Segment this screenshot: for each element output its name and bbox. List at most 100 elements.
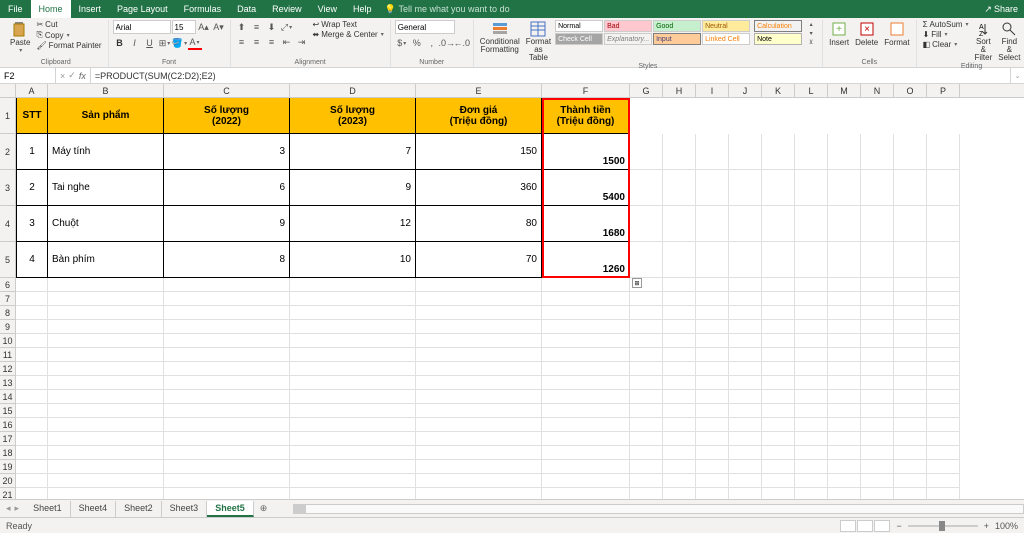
tab-view[interactable]: View	[310, 0, 345, 18]
cell-blank[interactable]	[828, 474, 861, 488]
cell-blank[interactable]	[762, 320, 795, 334]
normal-view-button[interactable]	[840, 520, 856, 532]
cell-blank[interactable]	[861, 306, 894, 320]
cell-blank[interactable]	[164, 474, 290, 488]
cell-blank[interactable]	[894, 474, 927, 488]
cell-blank[interactable]	[696, 206, 729, 242]
insert-cells-button[interactable]: + Insert	[827, 20, 851, 48]
cell-blank[interactable]	[762, 206, 795, 242]
cell-blank[interactable]	[630, 334, 663, 348]
cell-blank[interactable]	[894, 334, 927, 348]
tab-page-layout[interactable]: Page Layout	[109, 0, 176, 18]
cell-blank[interactable]	[542, 460, 630, 474]
cell-blank[interactable]	[630, 320, 663, 334]
cell-blank[interactable]	[729, 404, 762, 418]
cell-blank[interactable]	[795, 134, 828, 170]
cell-blank[interactable]	[416, 306, 542, 320]
align-right-button[interactable]: ≡	[265, 35, 279, 49]
fx-icon[interactable]: fx	[79, 71, 86, 81]
cell-blank[interactable]	[663, 432, 696, 446]
cell-blank[interactable]	[828, 432, 861, 446]
cell-blank[interactable]	[164, 390, 290, 404]
cell-blank[interactable]	[48, 362, 164, 376]
cell-blank[interactable]	[630, 292, 663, 306]
cell-blank[interactable]	[861, 242, 894, 278]
cell-blank[interactable]	[48, 320, 164, 334]
cell-blank[interactable]	[729, 446, 762, 460]
cell-blank[interactable]	[290, 418, 416, 432]
add-sheet-button[interactable]: ⊕	[254, 503, 274, 514]
cell-blank[interactable]	[894, 170, 927, 206]
cell-blank[interactable]	[762, 432, 795, 446]
cell-blank[interactable]	[729, 242, 762, 278]
cell-blank[interactable]	[416, 404, 542, 418]
sheet-tab-sheet3[interactable]: Sheet3	[162, 501, 208, 517]
cell-blank[interactable]	[416, 418, 542, 432]
row-header-2[interactable]: 2	[0, 134, 15, 170]
cell-blank[interactable]	[696, 170, 729, 206]
cell-D1[interactable]: Số lượng (2023)	[290, 98, 416, 134]
zoom-slider[interactable]	[908, 525, 978, 527]
cell-blank[interactable]	[828, 292, 861, 306]
cell-blank[interactable]	[828, 348, 861, 362]
cell-blank[interactable]	[663, 306, 696, 320]
increase-font-button[interactable]: A▴	[197, 20, 211, 34]
cell-blank[interactable]	[16, 404, 48, 418]
cell-blank[interactable]	[696, 278, 729, 292]
cell-blank[interactable]	[663, 320, 696, 334]
row-header-11[interactable]: 11	[0, 348, 15, 362]
cell-blank[interactable]	[894, 488, 927, 499]
cell-blank[interactable]	[48, 446, 164, 460]
col-header-I[interactable]: I	[696, 84, 729, 97]
cell-blank[interactable]	[696, 446, 729, 460]
cell-blank[interactable]	[762, 376, 795, 390]
styles-scroll-up[interactable]: ▴	[804, 20, 818, 28]
cell-blank[interactable]	[861, 460, 894, 474]
cell-blank[interactable]	[630, 446, 663, 460]
sheet-tab-sheet2[interactable]: Sheet2	[116, 501, 162, 517]
col-header-O[interactable]: O	[894, 84, 927, 97]
cell-blank[interactable]	[416, 362, 542, 376]
cell-blank[interactable]	[861, 206, 894, 242]
cell-blank[interactable]	[729, 320, 762, 334]
cell-blank[interactable]	[48, 474, 164, 488]
cell-blank[interactable]	[828, 170, 861, 206]
cell-blank[interactable]	[927, 376, 960, 390]
cell-blank[interactable]	[542, 348, 630, 362]
row-header-18[interactable]: 18	[0, 446, 15, 460]
wrap-text-button[interactable]: ↩Wrap Text	[311, 20, 386, 29]
cell-blank[interactable]	[927, 432, 960, 446]
cell-blank[interactable]	[861, 390, 894, 404]
col-header-K[interactable]: K	[762, 84, 795, 97]
cell-blank[interactable]	[630, 134, 663, 170]
hscroll-thumb[interactable]	[294, 505, 306, 513]
cell-blank[interactable]	[762, 348, 795, 362]
cell-blank[interactable]	[290, 278, 416, 292]
style-explanatory[interactable]: Explanatory...	[604, 33, 652, 45]
cell-blank[interactable]	[795, 460, 828, 474]
cell-blank[interactable]	[795, 446, 828, 460]
cell-blank[interactable]	[927, 334, 960, 348]
cell-blank[interactable]	[927, 320, 960, 334]
cell-blank[interactable]	[696, 418, 729, 432]
horizontal-scrollbar[interactable]	[293, 504, 1024, 514]
cell-blank[interactable]	[894, 362, 927, 376]
cell-blank[interactable]	[542, 418, 630, 432]
col-header-P[interactable]: P	[927, 84, 960, 97]
cell-blank[interactable]	[416, 474, 542, 488]
cell-blank[interactable]	[762, 306, 795, 320]
autosum-button[interactable]: ΣAutoSum▾	[921, 20, 971, 29]
cell-blank[interactable]	[729, 170, 762, 206]
cell-blank[interactable]	[696, 306, 729, 320]
cell-blank[interactable]	[696, 404, 729, 418]
cell-E5[interactable]: 70	[416, 242, 542, 278]
cell-blank[interactable]	[894, 390, 927, 404]
cell-blank[interactable]	[729, 362, 762, 376]
cell-E3[interactable]: 360	[416, 170, 542, 206]
tab-formulas[interactable]: Formulas	[176, 0, 230, 18]
tab-file[interactable]: File	[0, 0, 31, 18]
style-bad[interactable]: Bad	[604, 20, 652, 32]
cell-blank[interactable]	[894, 292, 927, 306]
cell-blank[interactable]	[927, 488, 960, 499]
styles-more[interactable]: ⊻	[804, 38, 818, 46]
